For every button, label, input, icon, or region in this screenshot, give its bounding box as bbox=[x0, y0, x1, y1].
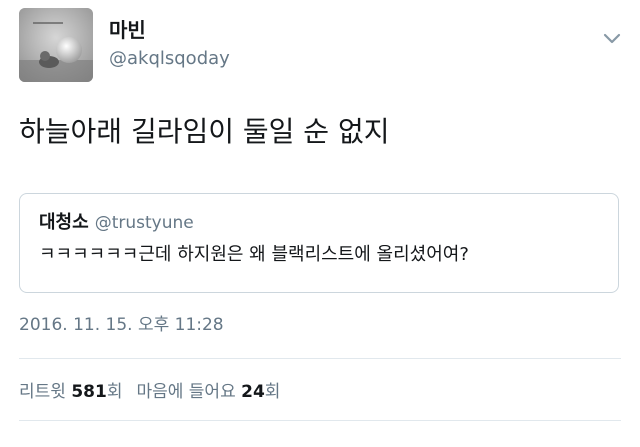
avatar-image-icon bbox=[19, 8, 93, 82]
retweet-number: 581 bbox=[71, 382, 107, 402]
tweet-card: 마빈 @akqlsqoday 하늘아래 길라임이 둘일 순 없지 대청소 @tru… bbox=[0, 0, 640, 447]
tweet-timestamp[interactable]: 2016. 11. 15. 오후 11:28 bbox=[19, 314, 224, 336]
tweet-text: 하늘아래 길라임이 둘일 순 없지 bbox=[19, 115, 390, 148]
author-handle[interactable]: @akqlsqoday bbox=[109, 48, 230, 70]
retweet-label: 리트윗 bbox=[19, 382, 66, 402]
retweet-count[interactable]: 리트윗 581회 bbox=[19, 382, 122, 402]
tweet-stats: 리트윗 581회 마음에 들어요 24회 bbox=[19, 380, 280, 404]
chevron-down-icon[interactable] bbox=[600, 26, 624, 50]
like-label: 마음에 들어요 bbox=[136, 382, 236, 402]
quoted-tweet-text: ㅋㅋㅋㅋㅋㅋ근데 하지원은 왜 블랙리스트에 올리셨어여? bbox=[39, 244, 469, 265]
retweet-suffix: 회 bbox=[106, 382, 123, 402]
quoted-tweet-header: 대청소 @trustyune bbox=[39, 208, 194, 234]
divider bbox=[19, 420, 621, 421]
tweet-header: 마빈 @akqlsqoday bbox=[19, 8, 624, 82]
quoted-tweet[interactable]: 대청소 @trustyune ㅋㅋㅋㅋㅋㅋ근데 하지원은 왜 블랙리스트에 올리셨… bbox=[19, 193, 619, 293]
like-suffix: 회 bbox=[264, 382, 281, 402]
like-count[interactable]: 마음에 들어요 24회 bbox=[136, 382, 280, 402]
like-number: 24 bbox=[241, 382, 265, 402]
avatar[interactable] bbox=[19, 8, 93, 82]
quoted-author-handle: @trustyune bbox=[94, 213, 194, 233]
quoted-author-display-name: 대청소 bbox=[39, 212, 89, 233]
author-display-name[interactable]: 마빈 bbox=[109, 18, 146, 42]
divider bbox=[19, 358, 621, 359]
